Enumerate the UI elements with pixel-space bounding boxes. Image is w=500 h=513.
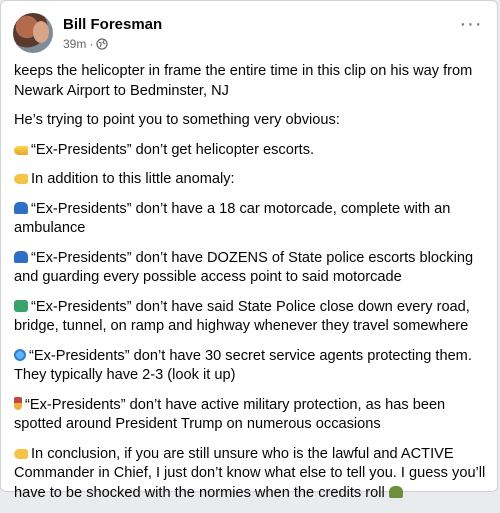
paragraph: keeps the helicopter in frame the entire… [14, 63, 473, 99]
point-right-emoji-icon [14, 448, 28, 459]
paragraph: “Ex-Presidents” don’t have said State Po… [14, 298, 470, 334]
paragraph: In addition to this little anomaly: [14, 170, 488, 190]
globe-emoji-icon [14, 348, 26, 361]
post-header: Bill Foresman 39m · ··· [13, 13, 485, 57]
more-options-button[interactable]: ··· [457, 14, 485, 37]
paragraph: “Ex-Presidents” don’t have 30 secret ser… [14, 347, 472, 383]
avatar[interactable] [13, 13, 53, 53]
globe-icon[interactable] [96, 38, 108, 50]
car-emoji-icon [14, 201, 28, 214]
medal-emoji-icon [14, 396, 22, 410]
paragraph: “Ex-Presidents” don’t get helicopter esc… [14, 141, 488, 161]
post-text: keeps the helicopter in frame the entire… [14, 62, 488, 513]
timestamp[interactable]: 39m [63, 37, 86, 51]
road-emoji-icon [14, 299, 28, 312]
paragraph: He’s trying to point you to something ve… [14, 112, 340, 128]
post-meta: 39m · [63, 37, 108, 51]
post-card: Bill Foresman 39m · ··· keeps the helico… [0, 0, 498, 501]
author-name[interactable]: Bill Foresman [63, 16, 162, 33]
point-right-emoji-icon [14, 174, 28, 184]
paragraph: “Ex-Presidents” don’t have active milita… [14, 396, 446, 432]
helicopter-emoji-icon [14, 145, 28, 155]
paragraph: “Ex-Presidents” don’t have a 18 car moto… [14, 200, 451, 236]
meta-separator: · [89, 37, 94, 51]
police-car-emoji-icon [14, 250, 28, 263]
guard-emoji-icon [388, 485, 403, 498]
paragraph: “Ex-Presidents” don’t have DOZENS of Sta… [14, 249, 474, 285]
paragraph: In conclusion, if you are still unsure w… [14, 445, 486, 501]
